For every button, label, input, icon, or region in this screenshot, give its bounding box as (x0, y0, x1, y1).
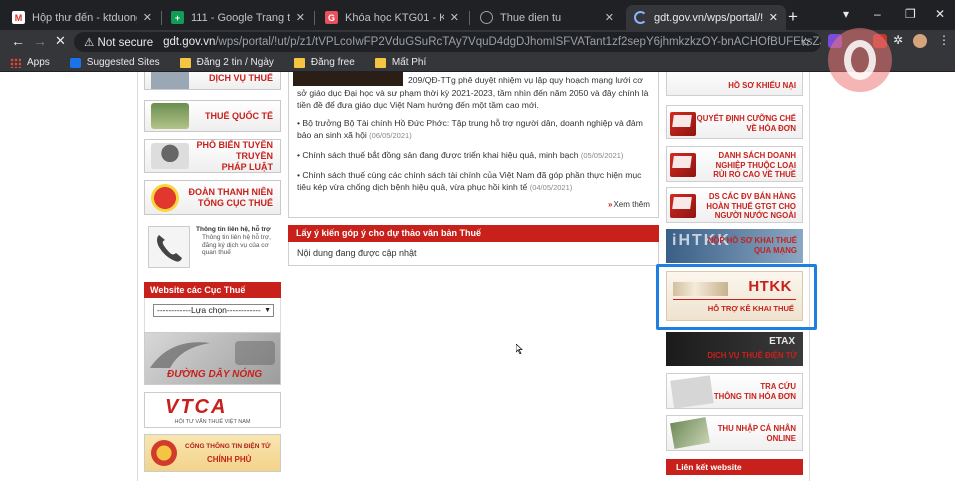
url-path: /wps/portal/!ut/p/z1/tVPLcoIwFP2VduGSuRc… (215, 36, 821, 48)
bing-icon (69, 57, 81, 68)
tax-sites-title: Website các Cục Thuế (144, 282, 281, 298)
banner-htkk[interactable]: HTKK HỖ TRỢ KÊ KHAI THUẾ (666, 271, 803, 321)
folder-icon (293, 57, 305, 68)
speaker-icon (151, 143, 189, 169)
banner-doanh-nghiep-rui-ro[interactable]: DANH SÁCH DOANH NGHIỆP THUỘC LOẠI RỦI RO… (666, 146, 803, 182)
tab-title: 111 - Google Trang tính (191, 11, 290, 24)
tab-gmail[interactable]: M Hộp thư đến - ktduonghoang( ✕ (4, 5, 160, 30)
folder-icon (179, 57, 191, 68)
list-item[interactable]: • Chính sách thuế bắt đồng sản đang được… (297, 149, 653, 162)
bookmark-folder[interactable]: Đăng free (293, 57, 355, 68)
gmail-icon: M (12, 11, 25, 24)
address-bar[interactable]: ⚠ Not secure gdt.gov.vn/wps/portal/!ut/p… (74, 32, 821, 52)
folder-icon (670, 112, 696, 136)
money-icon (670, 417, 710, 449)
mouse-cursor-icon (516, 344, 523, 354)
bookmark-star-icon[interactable]: ☆ (800, 35, 811, 49)
new-tab-button[interactable]: + (788, 7, 798, 27)
banner-cuong-che-hoa-don[interactable]: QUYẾT ĐỊNH CƯỠNG CHẾ VỀ HÓA ĐƠN (666, 105, 803, 139)
bookmark-suggested-sites[interactable]: Suggested Sites (69, 57, 160, 68)
forward-arrow-icon[interactable]: → (33, 33, 47, 49)
close-tab-icon[interactable]: ✕ (605, 11, 614, 24)
browser-toolbar: ← → ✕ ⚠ Not secure gdt.gov.vn/wps/portal… (0, 30, 955, 54)
banner-image (151, 72, 189, 89)
close-window-button[interactable]: ✕ (935, 7, 945, 21)
news-list: • Bộ trưởng Bộ Tài chính Hồ Đức Phớc: Tậ… (297, 117, 653, 201)
not-secure-indicator[interactable]: ⚠ Not secure (84, 35, 153, 49)
folder-icon (374, 57, 386, 68)
support-contact-box[interactable]: Thông tin liên hệ, hỗ trợ Thông tin liên… (144, 222, 281, 274)
bookmark-folder[interactable]: Đăng 2 tin / Ngày (179, 57, 274, 68)
see-more-link[interactable]: »Xem thêm (608, 200, 650, 209)
close-tab-icon[interactable]: ✕ (296, 11, 305, 24)
watermark-logo-icon (828, 28, 892, 92)
tab-thue-dien-tu[interactable]: Thue dien tu ✕ (472, 5, 622, 30)
tab-gdt-active[interactable]: gdt.gov.vn/wps/portal/!ut/p/z ✕ (626, 5, 786, 30)
tab-title: Khóa học KTG01 - Kế toán tổn (345, 11, 444, 24)
banner-vtca[interactable]: VTCA HỘI TƯ VẤN THUẾ VIỆT NAM (144, 392, 281, 428)
banner-ho-so-khieu-nai[interactable]: HỒ SƠ KHIẾU NẠI (666, 72, 803, 96)
bookmark-apps[interactable]: Apps (10, 57, 50, 68)
emblem-icon (151, 440, 177, 466)
banner-thu-nhap-ca-nhan[interactable]: THU NHẬP CÁ NHÂN ONLINE (666, 415, 803, 451)
banner-cong-thong-tin-chinh-phu[interactable]: CỔNG THÔNG TIN ĐIỆN TỬ CHÍNH PHỦ (144, 434, 281, 472)
banner-duong-day-nong[interactable]: ĐƯỜNG DÂY NÓNG (144, 332, 281, 385)
banner-etax[interactable]: ETAX DỊCH VỤ THUẾ ĐIỆN TỬ (666, 332, 803, 366)
news-lead: 209/QĐ-TTg phê duyệt nhiệm vụ lập quy ho… (297, 75, 649, 110)
banner-hoan-thue-gtgt[interactable]: DS CÁC ĐV BÁN HÀNG HOÀN THUẾ GTGT CHO NG… (666, 187, 803, 223)
page-content: DỊCH VỤ THUẾ THUẾ QUỐC TẾ PHỔ BIẾN TUYÊN… (0, 72, 955, 481)
list-item[interactable]: • Chính sách thuế cùng các chính sách tà… (297, 169, 653, 194)
apps-icon (10, 57, 21, 68)
restore-button[interactable]: ❐ (905, 7, 916, 21)
back-arrow-icon[interactable]: ← (11, 33, 25, 49)
tab-title: Thue dien tu (500, 11, 562, 24)
tax-sites-select[interactable]: ------------Lựa chọn------------ ▼ (153, 304, 274, 317)
tab-title: gdt.gov.vn/wps/portal/!ut/p/z (654, 11, 763, 24)
tab-strip: M Hộp thư đến - ktduonghoang( ✕ + 111 - … (0, 0, 955, 30)
avatar[interactable] (913, 34, 927, 48)
double-chevron-right-icon: » (608, 200, 613, 209)
chevron-down-icon: ▼ (264, 307, 271, 314)
tab-title: Hộp thư đến - ktduonghoang( (32, 11, 137, 24)
draft-feedback-body: Nội dung đang được cập nhật (288, 242, 659, 266)
banner-ihtkk[interactable]: iHTKK NỘP HỒ SƠ KHAI THUẾ QUA MẠNG (666, 229, 803, 263)
sheets-icon: + (171, 11, 184, 24)
phone-icon (148, 226, 190, 268)
close-tab-icon[interactable]: ✕ (769, 11, 778, 24)
puzzle-icon[interactable]: ✲ (893, 33, 903, 47)
banner-doan-thanh-nien[interactable]: ĐOÀN THANH NIÊN TỔNG CỤC THUẾ (144, 180, 281, 215)
stop-loading-icon[interactable]: ✕ (55, 33, 66, 49)
website-links-title: Liên kết website (666, 459, 803, 475)
banner-pho-bien-phap-luat[interactable]: PHỔ BIẾN TUYÊN TRUYỀN PHÁP LUẬT (144, 139, 281, 173)
loading-icon (634, 11, 647, 24)
bookmark-folder[interactable]: Mất Phí (374, 57, 426, 68)
coins-icon (151, 103, 189, 129)
invoice-icon (670, 375, 714, 408)
menu-dots-icon[interactable]: ⋮ (938, 33, 950, 47)
banner-tra-cuu-hoa-don[interactable]: TRA CỨU THÔNG TIN HÓA ĐƠN (666, 373, 803, 409)
tab-course[interactable]: G Khóa học KTG01 - Kế toán tổn ✕ (317, 5, 467, 30)
url-domain: gdt.gov.vn (163, 36, 216, 48)
folder-icon (670, 194, 696, 218)
bookmarks-bar: Apps Suggested Sites Đăng 2 tin / Ngày Đ… (0, 54, 955, 72)
minimize-button[interactable]: – (874, 7, 881, 21)
draft-feedback-title: Lấy ý kiến góp ý cho dự thảo văn bản Thu… (288, 225, 659, 242)
banner-dich-vu-thue[interactable]: DỊCH VỤ THUẾ (144, 72, 281, 90)
banner-thue-quoc-te[interactable]: THUẾ QUỐC TẾ (144, 100, 281, 132)
close-tab-icon[interactable]: ✕ (450, 11, 459, 24)
globe-icon (480, 11, 493, 24)
close-tab-icon[interactable]: ✕ (143, 11, 152, 24)
youth-union-logo-icon (151, 183, 179, 212)
tab-sheets[interactable]: + 111 - Google Trang tính ✕ (163, 5, 313, 30)
folder-icon (670, 153, 696, 177)
course-icon: G (325, 11, 338, 24)
tab-search-icon[interactable]: ▾ (843, 7, 849, 21)
list-item[interactable]: • Bộ trưởng Bộ Tài chính Hồ Đức Phớc: Tậ… (297, 117, 653, 142)
